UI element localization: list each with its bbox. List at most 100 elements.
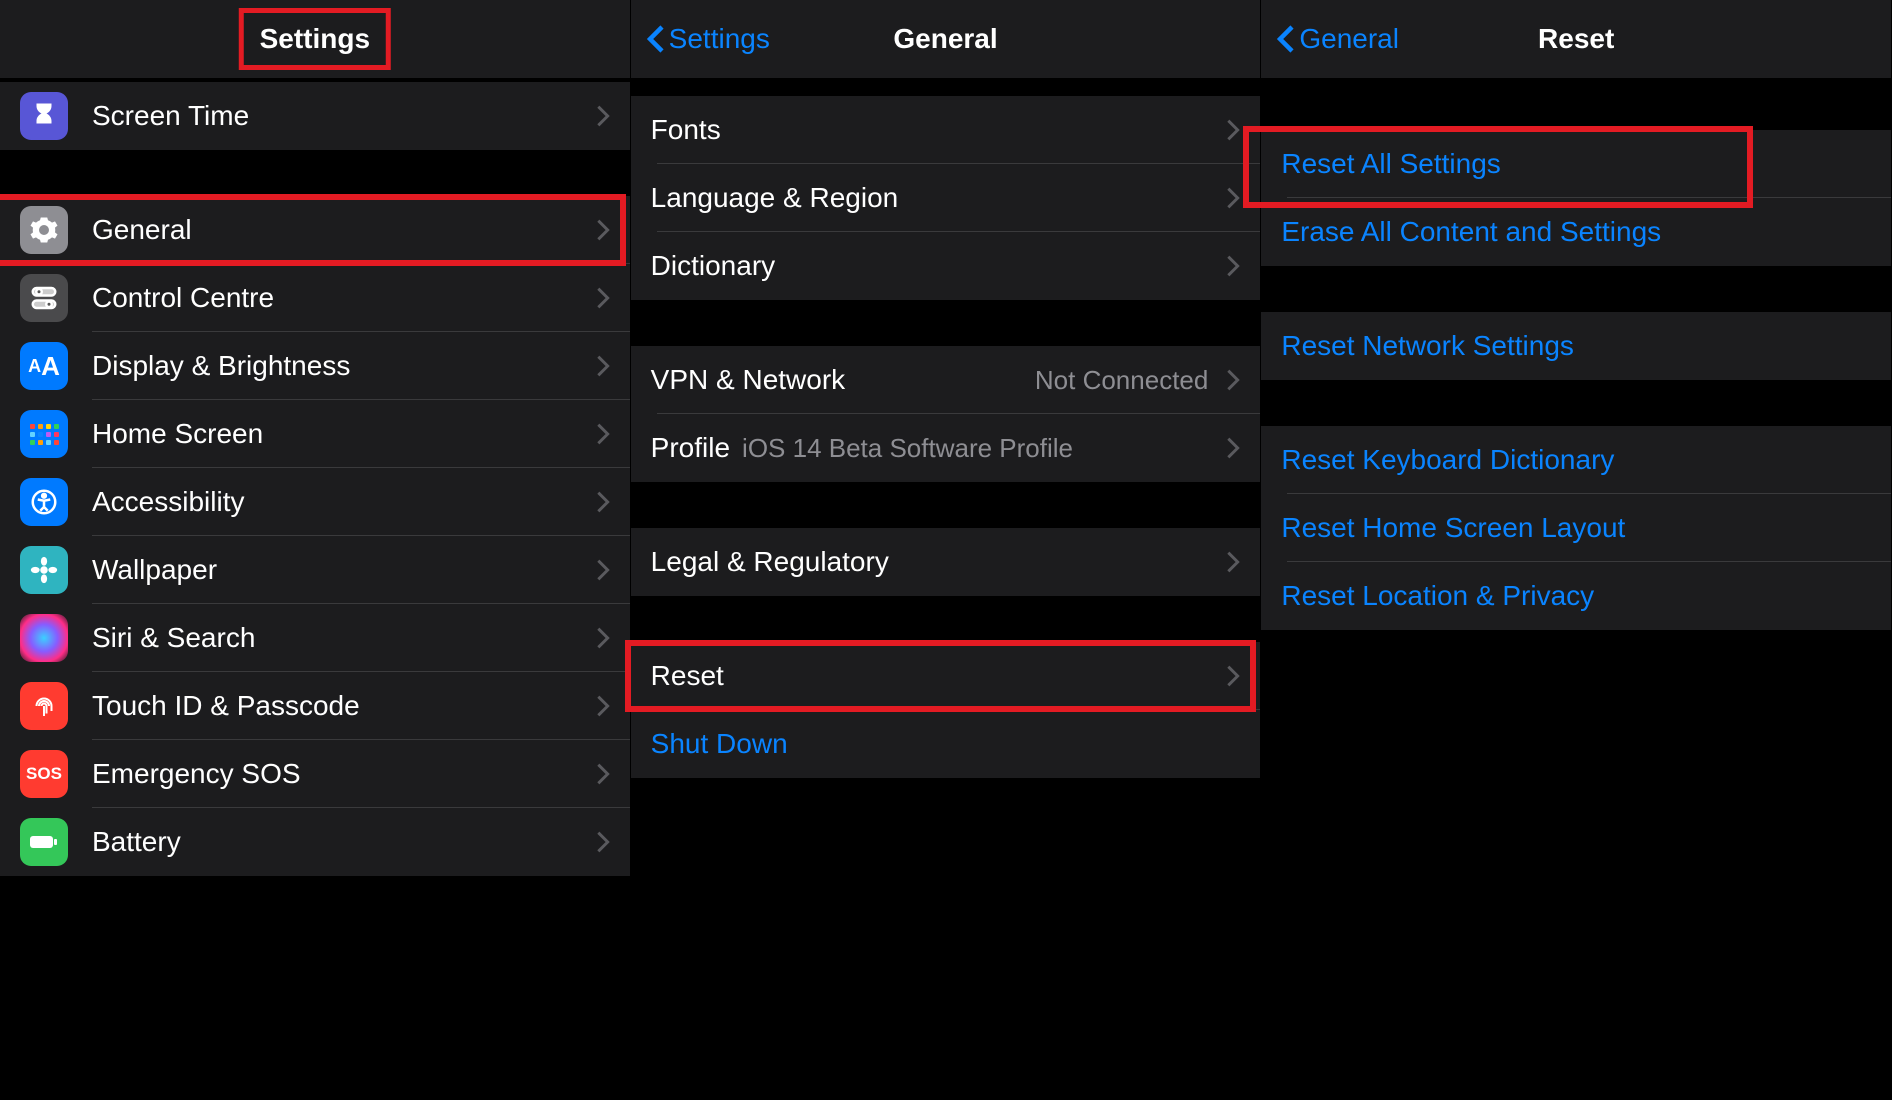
settings-panel: Settings Screen Time General <box>0 0 631 1100</box>
row-label: Reset Home Screen Layout <box>1281 512 1871 544</box>
row-value: iOS 14 Beta Software Profile <box>742 433 1208 464</box>
siri-icon <box>20 614 68 662</box>
chevron-right-icon <box>1226 664 1240 688</box>
row-screen-time[interactable]: Screen Time <box>0 82 630 150</box>
row-label: Erase All Content and Settings <box>1281 216 1871 248</box>
chevron-right-icon <box>596 762 610 786</box>
chevron-right-icon <box>596 558 610 582</box>
app-grid-icon <box>20 410 68 458</box>
chevron-right-icon <box>1226 550 1240 574</box>
chevron-right-icon <box>1226 118 1240 142</box>
row-label: Legal & Regulatory <box>651 546 1217 578</box>
flower-icon <box>20 546 68 594</box>
chevron-right-icon <box>596 694 610 718</box>
row-label: Reset Location & Privacy <box>1281 580 1871 612</box>
hourglass-icon <box>20 92 68 140</box>
chevron-right-icon <box>596 830 610 854</box>
chevron-left-icon <box>1277 24 1295 54</box>
row-reset[interactable]: Reset <box>631 642 1261 710</box>
chevron-right-icon <box>596 104 610 128</box>
text-size-icon: AA <box>20 342 68 390</box>
page-title: Reset <box>1538 23 1614 55</box>
nav-bar: Settings General <box>631 0 1261 78</box>
row-erase-all[interactable]: Erase All Content and Settings <box>1261 198 1891 266</box>
row-label: Reset All Settings <box>1281 148 1871 180</box>
row-label: Dictionary <box>651 250 1217 282</box>
list-group: VPN & Network Not Connected Profile iOS … <box>631 346 1261 482</box>
row-general[interactable]: General <box>0 196 630 264</box>
row-siri-search[interactable]: Siri & Search <box>0 604 630 672</box>
row-reset-home-layout[interactable]: Reset Home Screen Layout <box>1261 494 1891 562</box>
row-home-screen[interactable]: Home Screen <box>0 400 630 468</box>
row-display-brightness[interactable]: AA Display & Brightness <box>0 332 630 400</box>
chevron-right-icon <box>596 286 610 310</box>
gear-icon <box>20 206 68 254</box>
row-language-region[interactable]: Language & Region <box>631 164 1261 232</box>
list-group: Reset Shut Down <box>631 642 1261 778</box>
row-fonts[interactable]: Fonts <box>631 96 1261 164</box>
list-group: Legal & Regulatory <box>631 528 1261 596</box>
chevron-right-icon <box>596 490 610 514</box>
row-touch-id[interactable]: Touch ID & Passcode <box>0 672 630 740</box>
row-emergency-sos[interactable]: SOS Emergency SOS <box>0 740 630 808</box>
row-wallpaper[interactable]: Wallpaper <box>0 536 630 604</box>
row-label: General <box>92 214 586 246</box>
chevron-right-icon <box>596 422 610 446</box>
battery-icon <box>20 818 68 866</box>
row-label: Reset Network Settings <box>1281 330 1871 362</box>
row-shut-down[interactable]: Shut Down <box>631 710 1261 778</box>
sos-icon: SOS <box>20 750 68 798</box>
toggles-icon <box>20 274 68 322</box>
chevron-right-icon <box>596 354 610 378</box>
back-button[interactable]: General <box>1277 23 1399 55</box>
row-label: Fonts <box>651 114 1217 146</box>
list-group: Reset Network Settings <box>1261 312 1891 380</box>
chevron-right-icon <box>1226 436 1240 460</box>
chevron-right-icon <box>1226 368 1240 392</box>
row-label: Wallpaper <box>92 554 586 586</box>
list-group: Reset All Settings Erase All Content and… <box>1261 130 1891 266</box>
chevron-right-icon <box>596 626 610 650</box>
row-reset-location-privacy[interactable]: Reset Location & Privacy <box>1261 562 1891 630</box>
row-vpn-network[interactable]: VPN & Network Not Connected <box>631 346 1261 414</box>
back-label: Settings <box>669 23 770 55</box>
chevron-left-icon <box>647 24 665 54</box>
row-label: Display & Brightness <box>92 350 586 382</box>
row-label: Profile <box>651 432 730 464</box>
row-accessibility[interactable]: Accessibility <box>0 468 630 536</box>
row-value: Not Connected <box>1035 365 1208 396</box>
row-label: Reset Keyboard Dictionary <box>1281 444 1871 476</box>
back-button[interactable]: Settings <box>647 23 770 55</box>
nav-bar: General Reset <box>1261 0 1891 78</box>
row-reset-network[interactable]: Reset Network Settings <box>1261 312 1891 380</box>
row-label: Battery <box>92 826 586 858</box>
row-control-centre[interactable]: Control Centre <box>0 264 630 332</box>
row-label: Siri & Search <box>92 622 586 654</box>
chevron-right-icon <box>596 218 610 242</box>
row-label: Touch ID & Passcode <box>92 690 586 722</box>
row-reset-all-settings[interactable]: Reset All Settings <box>1261 130 1891 198</box>
row-label: Screen Time <box>92 100 586 132</box>
list-group: Fonts Language & Region Dictionary <box>631 96 1261 300</box>
row-label: Emergency SOS <box>92 758 586 790</box>
list-group: Reset Keyboard Dictionary Reset Home Scr… <box>1261 426 1891 630</box>
page-title: General <box>893 23 997 55</box>
chevron-right-icon <box>1226 186 1240 210</box>
row-profile[interactable]: Profile iOS 14 Beta Software Profile <box>631 414 1261 482</box>
reset-panel: General Reset Reset All Settings Erase A… <box>1261 0 1892 1100</box>
row-reset-keyboard[interactable]: Reset Keyboard Dictionary <box>1261 426 1891 494</box>
row-label: Language & Region <box>651 182 1217 214</box>
accessibility-icon <box>20 478 68 526</box>
row-label: Accessibility <box>92 486 586 518</box>
row-dictionary[interactable]: Dictionary <box>631 232 1261 300</box>
row-legal-regulatory[interactable]: Legal & Regulatory <box>631 528 1261 596</box>
row-battery[interactable]: Battery <box>0 808 630 876</box>
list-group: General Control Centre AA Display & Brig… <box>0 196 630 876</box>
general-panel: Settings General Fonts Language & Region… <box>631 0 1262 1100</box>
page-title: Settings <box>239 8 391 70</box>
row-label: Control Centre <box>92 282 586 314</box>
row-label: Shut Down <box>651 728 1241 760</box>
list-group: Screen Time <box>0 82 630 150</box>
fingerprint-icon <box>20 682 68 730</box>
back-label: General <box>1299 23 1399 55</box>
